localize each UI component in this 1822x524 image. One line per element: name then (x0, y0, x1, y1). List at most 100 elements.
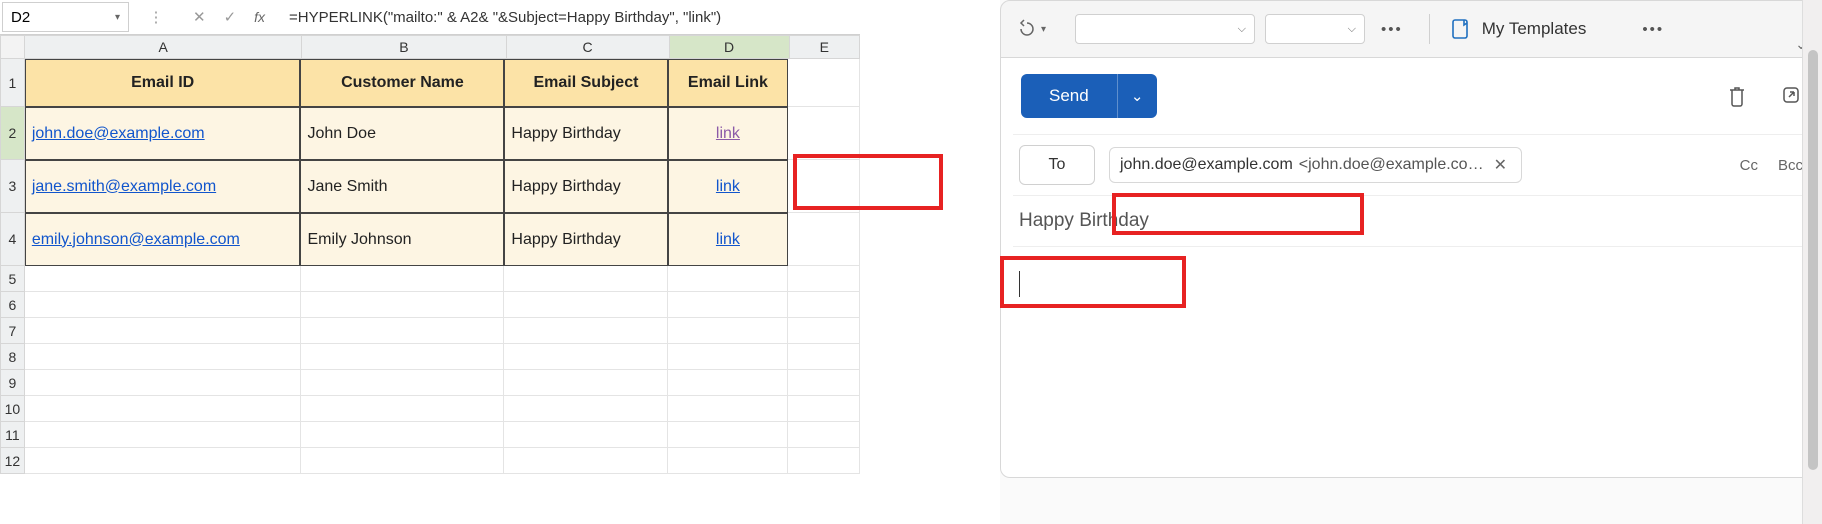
cell-name[interactable]: Emily Johnson (300, 213, 504, 266)
cell-subject[interactable]: Happy Birthday (504, 107, 667, 160)
row-header[interactable]: 3 (0, 160, 25, 213)
cell-subject[interactable]: Happy Birthday (504, 160, 667, 213)
cell[interactable] (788, 422, 860, 448)
row-header[interactable]: 5 (0, 266, 25, 292)
send-button[interactable]: Send (1021, 74, 1117, 118)
cell[interactable] (504, 318, 667, 344)
col-header-e[interactable]: E (790, 35, 860, 59)
cell[interactable] (668, 318, 789, 344)
fx-label[interactable]: fx (254, 9, 265, 25)
cell[interactable] (668, 370, 789, 396)
email-body-editor[interactable] (1001, 247, 1821, 325)
row-header[interactable]: 11 (0, 422, 25, 448)
cell[interactable] (788, 292, 860, 318)
cell-email[interactable]: emily.johnson@example.com (25, 213, 301, 266)
row-header[interactable]: 1 (0, 59, 25, 107)
cell[interactable] (504, 396, 667, 422)
name-box-dropdown-icon[interactable]: ▾ (106, 12, 120, 23)
cell[interactable] (788, 448, 860, 474)
cell-name[interactable]: Jane Smith (300, 160, 504, 213)
row-header[interactable]: 9 (0, 370, 25, 396)
cell[interactable] (504, 292, 667, 318)
cell[interactable] (301, 396, 505, 422)
cell-email[interactable]: john.doe@example.com (25, 107, 301, 160)
cell-link[interactable]: link (668, 213, 789, 266)
cell[interactable] (668, 292, 789, 318)
cell[interactable] (788, 318, 860, 344)
to-button[interactable]: To (1019, 145, 1095, 185)
cell[interactable] (668, 448, 789, 474)
cell[interactable] (25, 318, 301, 344)
my-templates-button[interactable]: My Templates (1450, 18, 1587, 40)
cell[interactable] (668, 344, 789, 370)
cell[interactable] (301, 292, 505, 318)
cell[interactable] (788, 266, 860, 292)
col-header-d[interactable]: D (670, 35, 790, 59)
more-formatting-button[interactable]: ••• (1375, 21, 1409, 38)
cell[interactable] (788, 59, 860, 107)
cell[interactable] (788, 344, 860, 370)
cell[interactable] (25, 266, 301, 292)
row-header[interactable]: 7 (0, 318, 25, 344)
size-dropdown[interactable]: ⌵ (1265, 14, 1365, 44)
cell-link[interactable]: link (668, 107, 789, 160)
cell[interactable] (788, 370, 860, 396)
popout-button[interactable] (1781, 85, 1801, 107)
name-box[interactable]: D2 ▾ (2, 2, 129, 32)
subject-field[interactable]: Happy Birthday (1001, 196, 1821, 246)
cell[interactable] (788, 107, 860, 160)
formula-input[interactable]: =HYPERLINK("mailto:" & A2& "&Subject=Hap… (283, 2, 860, 32)
row-header[interactable]: 6 (0, 292, 25, 318)
cell[interactable] (788, 396, 860, 422)
row-header[interactable]: 10 (0, 396, 25, 422)
cc-button[interactable]: Cc (1740, 157, 1758, 174)
confirm-icon[interactable]: ✓ (224, 8, 237, 26)
cell[interactable] (788, 160, 860, 213)
more-button[interactable]: ••• (1636, 21, 1670, 38)
undo-button[interactable]: ▾ (1015, 19, 1065, 39)
header-email-link[interactable]: Email Link (668, 59, 789, 107)
cell[interactable] (301, 422, 505, 448)
cell[interactable] (668, 422, 789, 448)
cell[interactable] (788, 213, 860, 266)
vertical-scrollbar[interactable] (1802, 0, 1822, 524)
cell[interactable] (668, 396, 789, 422)
recipient-chip[interactable]: john.doe@example.com <john.doe@example.c… (1109, 147, 1522, 183)
header-email-id[interactable]: Email ID (25, 59, 301, 107)
cell-link[interactable]: link (668, 160, 789, 213)
header-customer-name[interactable]: Customer Name (300, 59, 504, 107)
bcc-button[interactable]: Bcc (1778, 157, 1803, 174)
cell[interactable] (25, 292, 301, 318)
cell[interactable] (668, 266, 789, 292)
row-header[interactable]: 2 (0, 107, 25, 160)
cell[interactable] (504, 344, 667, 370)
cell-name[interactable]: John Doe (300, 107, 504, 160)
row-header[interactable]: 8 (0, 344, 25, 370)
cell[interactable] (504, 370, 667, 396)
col-header-c[interactable]: C (507, 35, 670, 59)
cell[interactable] (25, 422, 301, 448)
scrollbar-thumb[interactable] (1808, 50, 1818, 470)
cell[interactable] (301, 344, 505, 370)
cancel-icon[interactable]: ✕ (193, 8, 206, 26)
cell[interactable] (301, 266, 505, 292)
style-dropdown[interactable]: ⌵ (1075, 14, 1255, 44)
delete-draft-button[interactable] (1727, 85, 1747, 107)
cell[interactable] (25, 370, 301, 396)
remove-recipient-icon[interactable]: ✕ (1490, 155, 1511, 175)
cell[interactable] (301, 318, 505, 344)
col-header-b[interactable]: B (302, 35, 506, 59)
header-email-subject[interactable]: Email Subject (504, 59, 667, 107)
cell[interactable] (301, 370, 505, 396)
cell[interactable] (504, 448, 667, 474)
cell-email[interactable]: jane.smith@example.com (25, 160, 301, 213)
row-header[interactable]: 12 (0, 448, 25, 474)
cell[interactable] (504, 422, 667, 448)
send-options-dropdown[interactable]: ⌄ (1117, 74, 1157, 118)
select-all-corner[interactable] (0, 35, 25, 59)
cell[interactable] (25, 448, 301, 474)
row-header[interactable]: 4 (0, 213, 25, 266)
cell-subject[interactable]: Happy Birthday (504, 213, 667, 266)
cell[interactable] (25, 344, 301, 370)
cell[interactable] (504, 266, 667, 292)
